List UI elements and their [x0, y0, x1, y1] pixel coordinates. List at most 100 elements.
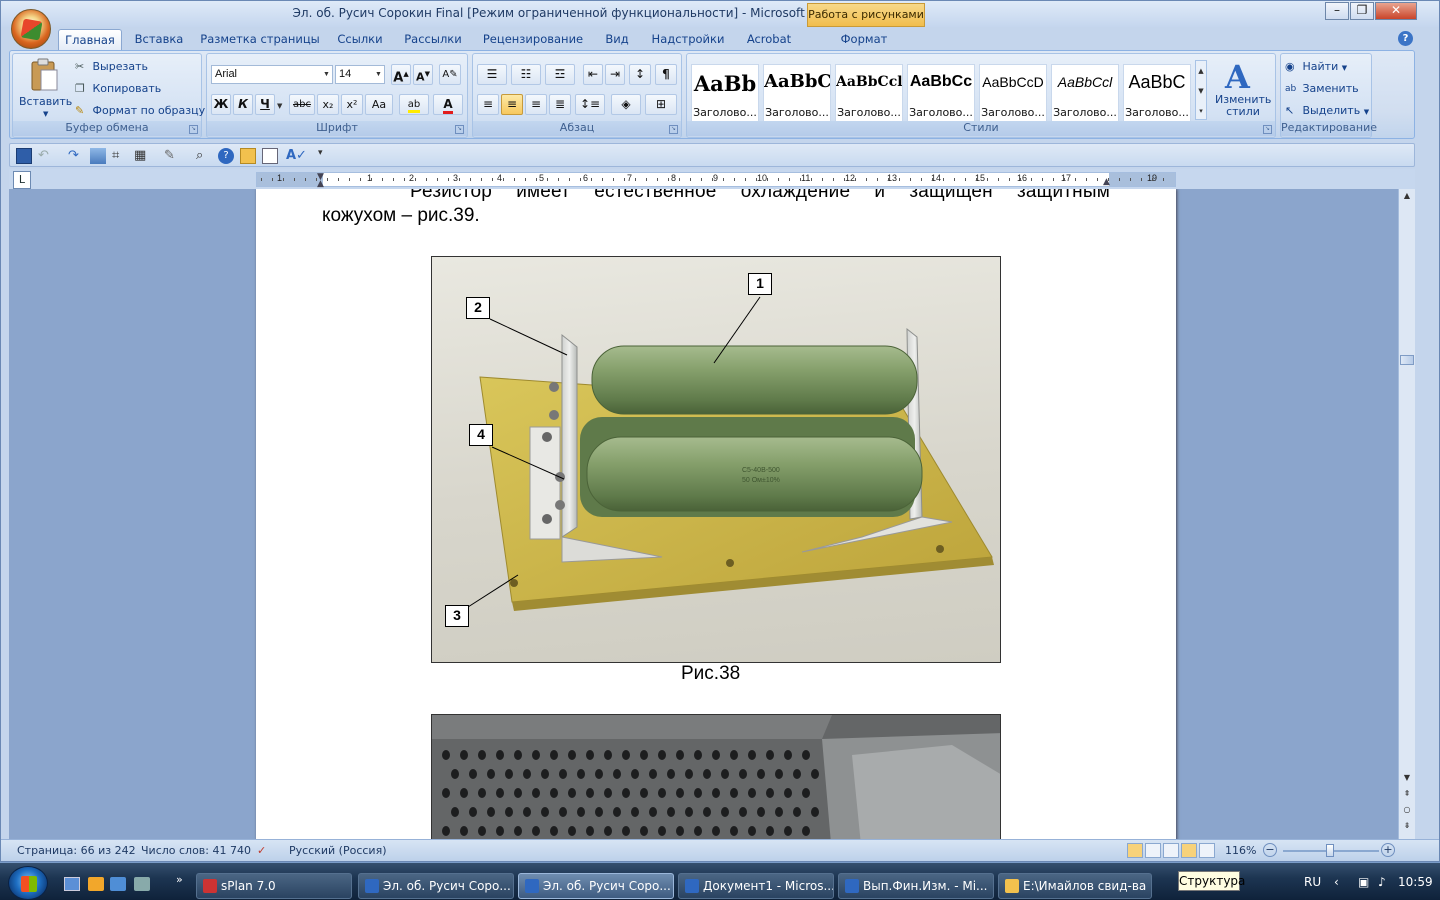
- start-button[interactable]: [8, 866, 48, 900]
- proofing-icon[interactable]: ✓: [257, 844, 266, 857]
- superscript-button[interactable]: x²: [341, 94, 363, 115]
- prev-page-icon[interactable]: ⇞: [1400, 789, 1414, 803]
- quicklaunch-app-icon[interactable]: [134, 877, 150, 891]
- bullets-button[interactable]: ☰: [477, 64, 507, 85]
- status-language[interactable]: Русский (Россия): [289, 844, 387, 857]
- taskbar-item-word-1[interactable]: Эл. об. Русич Соро...: [358, 873, 514, 899]
- full-screen-view-icon[interactable]: [1145, 843, 1161, 858]
- styles-launcher-icon[interactable]: ↘: [1263, 125, 1272, 134]
- redo-icon[interactable]: ↷: [68, 148, 84, 164]
- change-styles-button[interactable]: A Изменить стили: [1211, 58, 1273, 122]
- italic-button[interactable]: К: [233, 94, 253, 115]
- multilevel-list-button[interactable]: ☲: [545, 64, 575, 85]
- highlight-button[interactable]: ab: [399, 94, 429, 115]
- font-name-box[interactable]: Arial ▼: [211, 65, 333, 84]
- right-indent-icon[interactable]: ▲: [1103, 177, 1110, 187]
- borders-button[interactable]: ⊞: [645, 94, 677, 115]
- save-icon[interactable]: [16, 148, 32, 164]
- font-launcher-icon[interactable]: ↘: [455, 125, 464, 134]
- draw-table-icon[interactable]: ✎: [164, 148, 180, 164]
- media-player-icon[interactable]: [88, 877, 104, 891]
- show-desktop-icon[interactable]: [64, 877, 80, 891]
- outline-view-icon[interactable]: [1181, 843, 1197, 858]
- spelling-icon[interactable]: A✓: [286, 148, 307, 164]
- document-icon[interactable]: [262, 148, 278, 164]
- status-words[interactable]: Число слов: 41 740: [141, 844, 251, 857]
- font-name-dropdown-icon[interactable]: ▼: [321, 66, 332, 83]
- copy-button[interactable]: ❐ Копировать: [75, 81, 161, 97]
- tab-page-layout[interactable]: Разметка страницы: [199, 29, 321, 50]
- draft-view-icon[interactable]: [1199, 843, 1215, 858]
- tab-addins[interactable]: Надстройки: [645, 29, 731, 50]
- strikethrough-button[interactable]: abc: [289, 94, 315, 115]
- underline-dropdown-icon[interactable]: ▼: [277, 98, 282, 114]
- customize-qat-icon[interactable]: ▾: [318, 148, 334, 164]
- tab-mailings[interactable]: Рассылки: [399, 29, 467, 50]
- tab-format[interactable]: Формат: [831, 29, 897, 50]
- font-color-button[interactable]: A: [433, 94, 463, 115]
- tab-insert[interactable]: Вставка: [129, 29, 189, 50]
- restore-button[interactable]: ❐: [1350, 2, 1374, 20]
- tab-review[interactable]: Рецензирование: [477, 29, 589, 50]
- web-layout-view-icon[interactable]: [1163, 843, 1179, 858]
- font-size-box[interactable]: 14 ▼: [335, 65, 385, 84]
- print-preview-icon[interactable]: ⌕: [196, 148, 212, 164]
- subscript-button[interactable]: x₂: [317, 94, 339, 115]
- style-card[interactable]: AaBbC Заголово...: [1123, 64, 1191, 122]
- crop-icon[interactable]: ⌗: [112, 148, 128, 164]
- shading-button[interactable]: ◈: [611, 94, 641, 115]
- format-painter-button[interactable]: ✎ Формат по образцу: [75, 103, 205, 119]
- tray-expand-icon[interactable]: ‹: [1334, 875, 1339, 889]
- styles-scroll[interactable]: ▲ ▼ ▾: [1195, 60, 1207, 120]
- decrease-indent-button[interactable]: ⇤: [583, 64, 603, 85]
- find-button[interactable]: ◉ Найти ▼: [1285, 59, 1347, 76]
- zoom-out-icon[interactable]: −: [1263, 843, 1277, 857]
- clock[interactable]: 10:59: [1398, 875, 1433, 889]
- clipboard-launcher-icon[interactable]: ↘: [189, 125, 198, 134]
- style-card[interactable]: AaBb Заголово...: [691, 64, 759, 122]
- scroll-up-icon[interactable]: ▲: [1400, 191, 1414, 205]
- taskbar-item-word-2[interactable]: Эл. об. Русич Соро...: [518, 873, 674, 899]
- change-case-button[interactable]: Aa: [365, 94, 393, 115]
- browse-object-icon[interactable]: ○: [1400, 805, 1414, 819]
- align-right-button[interactable]: ≡: [525, 94, 547, 115]
- zoom-slider-thumb[interactable]: [1326, 844, 1334, 857]
- document-page[interactable]: Резистор имеет естественное охлаждение и…: [256, 189, 1176, 839]
- open-folder-icon[interactable]: [240, 148, 256, 164]
- next-page-icon[interactable]: ⇟: [1400, 821, 1414, 835]
- quicklaunch-more-icon[interactable]: »: [176, 873, 183, 886]
- figure-39-photo[interactable]: [431, 714, 1001, 839]
- zoom-level[interactable]: 116%: [1225, 844, 1256, 857]
- figure-38-photo[interactable]: С5-40В-500 50 Ом±10% 1 2 3 4: [431, 256, 1001, 663]
- tab-references[interactable]: Ссылки: [331, 29, 389, 50]
- taskbar-item-splan[interactable]: sPlan 7.0: [196, 873, 352, 899]
- volume-icon[interactable]: ♪: [1378, 875, 1386, 889]
- line-spacing-button[interactable]: ↕≡: [575, 94, 605, 115]
- network-icon[interactable]: ▣: [1358, 875, 1369, 889]
- align-center-button[interactable]: ≡: [501, 94, 523, 115]
- style-card[interactable]: AaBbCcD Заголово...: [979, 64, 1047, 122]
- shrink-font-button[interactable]: A▼: [413, 64, 433, 85]
- scroll-down-icon[interactable]: ▼: [1400, 773, 1414, 787]
- print-layout-view-icon[interactable]: [1127, 843, 1143, 858]
- zoom-in-icon[interactable]: +: [1381, 843, 1395, 857]
- grow-font-button[interactable]: A▲: [391, 64, 411, 85]
- show-marks-button[interactable]: ¶: [655, 64, 677, 85]
- paragraph-launcher-icon[interactable]: ↘: [669, 125, 678, 134]
- style-card[interactable]: AaBbCcl Заголово...: [1051, 64, 1119, 122]
- style-card[interactable]: AaBbC Заголово...: [763, 64, 831, 122]
- style-card[interactable]: AaBbCcl Заголово...: [835, 64, 903, 122]
- taskbar-item-explorer[interactable]: E:\Имайлов свид-ва: [998, 873, 1152, 899]
- quicklaunch-app-icon[interactable]: [110, 877, 126, 891]
- sort-button[interactable]: ↕: [629, 64, 651, 85]
- taskbar-item-word-3[interactable]: Документ1 - Micros...: [678, 873, 834, 899]
- close-button[interactable]: ✕: [1375, 2, 1417, 20]
- increase-indent-button[interactable]: ⇥: [605, 64, 625, 85]
- minimize-button[interactable]: –: [1325, 2, 1349, 20]
- taskbar-item-word-4[interactable]: Вып.Фин.Изм. - Mi...: [838, 873, 994, 899]
- tab-view[interactable]: Вид: [599, 29, 635, 50]
- numbering-button[interactable]: ☷: [511, 64, 541, 85]
- justify-button[interactable]: ≣: [549, 94, 571, 115]
- clear-formatting-button[interactable]: A✎: [439, 64, 461, 85]
- tab-acrobat[interactable]: Acrobat: [741, 29, 797, 50]
